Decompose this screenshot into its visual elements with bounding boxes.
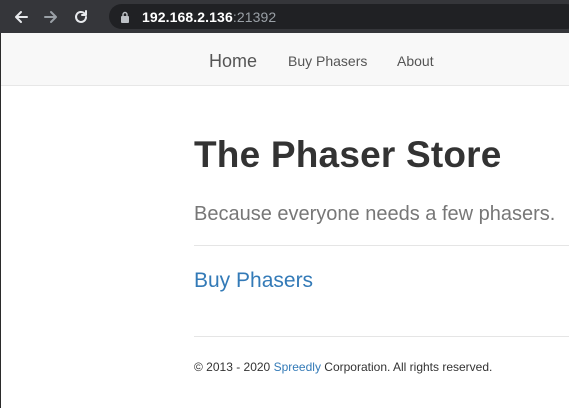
nav-buy-phasers-link[interactable]: Buy Phasers <box>288 53 367 69</box>
page-viewport: Home Buy Phasers About The Phaser Store … <box>0 33 569 408</box>
buy-phasers-link[interactable]: Buy Phasers <box>194 269 313 293</box>
footer-suffix: Corporation. All rights reserved. <box>320 360 493 374</box>
spreedly-link[interactable]: Spreedly <box>274 360 321 374</box>
url-port: :21392 <box>232 8 277 25</box>
divider <box>194 245 569 246</box>
page-title: The Phaser Store <box>194 134 502 175</box>
address-bar[interactable]: 192.168.2.136:21392 <box>109 4 569 29</box>
nav-about-link[interactable]: About <box>397 53 434 69</box>
site-navbar: Home Buy Phasers About <box>1 33 569 86</box>
lock-icon[interactable] <box>120 10 132 24</box>
reload-icon <box>75 9 87 23</box>
url-text: 192.168.2.136:21392 <box>142 9 276 25</box>
divider <box>194 336 569 337</box>
footer-copyright: © 2013 - 2020 Spreedly Corporation. All … <box>194 360 492 374</box>
back-arrow-icon <box>15 10 28 23</box>
forward-button[interactable] <box>38 4 64 30</box>
footer-prefix: © 2013 - 2020 <box>194 360 274 374</box>
browser-toolbar: 192.168.2.136:21392 <box>0 0 569 33</box>
reload-button[interactable] <box>68 4 94 30</box>
nav-home-link[interactable]: Home <box>209 51 257 72</box>
url-host: 192.168.2.136 <box>142 8 233 25</box>
page-subtitle: Because everyone needs a few phasers. <box>194 203 556 225</box>
back-button[interactable] <box>8 4 34 30</box>
forward-arrow-icon <box>44 10 57 23</box>
